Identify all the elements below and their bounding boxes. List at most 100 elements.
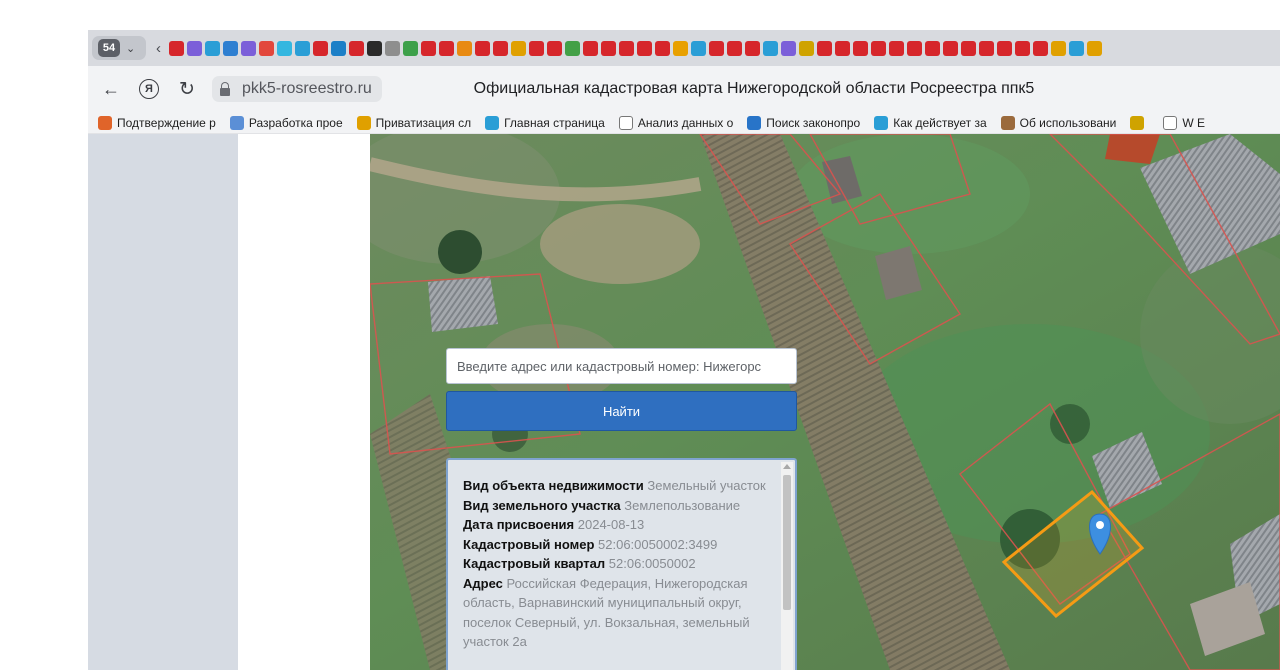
tab-favicon-icon[interactable] xyxy=(709,40,724,56)
info-row-label: Адрес xyxy=(463,575,503,591)
bookmark-item[interactable]: Разработка прое xyxy=(229,115,343,130)
bookmark-label: Как действует за xyxy=(893,115,987,130)
info-row: Адрес Российская Федерация, Нижегородска… xyxy=(463,574,775,652)
tab-favicon-icon[interactable] xyxy=(205,40,220,56)
bookmark-label: Анализ данных о xyxy=(637,115,734,130)
find-button[interactable]: Найти xyxy=(446,391,797,431)
info-scrollbar[interactable] xyxy=(781,462,793,670)
tab-favicon-icon[interactable] xyxy=(385,40,400,56)
tab-favicon-icon[interactable] xyxy=(277,40,292,56)
tab-favicon-icon[interactable] xyxy=(439,40,454,56)
tab-favicon-icon[interactable] xyxy=(511,40,526,56)
tab-favicon-icon[interactable] xyxy=(259,40,274,56)
info-row-label: Кадастровый квартал xyxy=(463,556,606,571)
tab-favicon-icon[interactable] xyxy=(889,40,904,56)
bookmark-favicon-icon xyxy=(618,115,633,130)
tab-favicon-icon[interactable] xyxy=(421,40,436,56)
bookmark-favicon-icon xyxy=(1130,115,1145,130)
tab-favicon-icon[interactable] xyxy=(655,40,670,56)
tab-favicon-icon[interactable] xyxy=(799,40,814,56)
bookmark-favicon-icon xyxy=(98,115,112,130)
tab-favicon-icon[interactable] xyxy=(169,40,184,56)
tab-favicon-icon[interactable] xyxy=(475,40,490,56)
bookmark-label: Главная страница xyxy=(504,115,605,130)
tab-favicon-icon[interactable] xyxy=(583,40,598,56)
bookmark-item[interactable]: Анализ данных о xyxy=(618,115,734,130)
info-panel[interactable]: Вид объекта недвижимости Земельный участ… xyxy=(446,458,797,670)
yandex-home-button[interactable]: Я xyxy=(134,74,164,104)
info-row-value: 2024-08-13 xyxy=(577,517,645,532)
bookmark-label: Об использовани xyxy=(1019,115,1117,130)
chevron-down-icon: ⌄ xyxy=(126,42,136,55)
info-row-label: Кадастровый номер xyxy=(463,536,595,552)
tab-favicon-icon[interactable] xyxy=(601,40,616,56)
tab-favicon-icon[interactable] xyxy=(781,40,796,56)
tab-favicon-icon[interactable] xyxy=(403,40,418,56)
bookmark-item[interactable]: Подтверждение р xyxy=(98,115,216,130)
tab-favicon-icon[interactable] xyxy=(565,40,580,56)
tab-favicon-icon[interactable] xyxy=(961,40,976,56)
info-row: Кадастровый номер 52:06:0050002:3499 xyxy=(463,535,775,555)
tab-favicon-icon[interactable] xyxy=(979,40,994,56)
tab-strip: 54 ⌄ ‹ xyxy=(88,30,1280,66)
bookmark-item[interactable]: Об использовани xyxy=(1000,115,1117,130)
bookmark-favicon-icon xyxy=(356,115,371,130)
url-field[interactable]: pkk5-rosreestro.ru xyxy=(212,76,382,102)
tab-favicon-icon[interactable] xyxy=(367,40,382,56)
bookmark-favicon-icon xyxy=(1163,115,1178,130)
bookmark-item[interactable] xyxy=(1130,115,1149,130)
bookmark-label: Подтверждение р xyxy=(117,115,216,130)
tab-favicon-icon[interactable] xyxy=(943,40,958,56)
tab-count-badge: 54 xyxy=(98,39,120,57)
tab-favicon-icon[interactable] xyxy=(313,40,328,56)
tab-favicon-icon[interactable] xyxy=(619,40,634,56)
tab-favicon-icon[interactable] xyxy=(457,40,472,56)
tab-favicon-icon[interactable] xyxy=(907,40,922,56)
info-row: Вид земельного участка Землепользование xyxy=(463,496,775,516)
tab-favicon-icon[interactable] xyxy=(241,40,256,56)
tab-favicon-icon[interactable] xyxy=(349,40,364,56)
tab-favicon-icon[interactable] xyxy=(187,40,202,56)
tab-favicon-icon[interactable] xyxy=(331,40,346,56)
tab-favicon-icon[interactable] xyxy=(763,40,778,56)
tab-favicon-icon[interactable] xyxy=(871,40,886,56)
bookmark-item[interactable]: W E xyxy=(1163,115,1205,130)
tab-favicon-icon[interactable] xyxy=(1069,40,1084,56)
tab-favicon-icon[interactable] xyxy=(997,40,1012,56)
bookmark-item[interactable]: Приватизация сл xyxy=(356,115,471,130)
info-row-value: Землепользование xyxy=(624,497,741,513)
search-input[interactable] xyxy=(446,348,797,384)
tab-favicon-icon[interactable] xyxy=(925,40,940,56)
tab-favicon-icon[interactable] xyxy=(637,40,652,56)
tab-favicon-icon[interactable] xyxy=(1087,40,1102,56)
tab-favicon-icon[interactable] xyxy=(727,40,742,56)
tab-favicon-icon[interactable] xyxy=(547,40,562,56)
tab-favicon-icon[interactable] xyxy=(673,40,688,56)
bookmark-item[interactable]: Поиск законопро xyxy=(747,115,860,130)
scroll-thumb[interactable] xyxy=(783,475,791,610)
tab-favicon-icon[interactable] xyxy=(1051,40,1066,56)
tab-favicon-icon[interactable] xyxy=(1015,40,1030,56)
bookmark-item[interactable]: Как действует за xyxy=(874,115,987,130)
reload-button[interactable]: ↻ xyxy=(172,74,202,104)
tab-favicon-icon[interactable] xyxy=(529,40,544,56)
bookmark-item[interactable]: Главная страница xyxy=(485,115,605,130)
tab-favicon-icon[interactable] xyxy=(835,40,850,56)
info-row-value: Земельный участок xyxy=(647,478,766,493)
tab-favicon-icon[interactable] xyxy=(745,40,760,56)
tabs-scroll-left-icon[interactable]: ‹ xyxy=(156,40,161,57)
tab-favicon-icon[interactable] xyxy=(1033,40,1048,56)
tab-favicon-icon[interactable] xyxy=(691,40,706,56)
tab-favicon-icon[interactable] xyxy=(853,40,868,56)
back-button[interactable]: ← xyxy=(96,74,126,104)
info-row: Вид объекта недвижимости Земельный участ… xyxy=(463,476,775,496)
scroll-up-arrow-icon[interactable] xyxy=(783,464,791,469)
yandex-logo-icon: Я xyxy=(139,79,159,99)
tab-favicon-icon[interactable] xyxy=(817,40,832,56)
tab-count-button[interactable]: 54 ⌄ xyxy=(92,36,146,60)
tab-favicon-icon[interactable] xyxy=(223,40,238,56)
tab-favicon-icon[interactable] xyxy=(493,40,508,56)
tab-favicon-icon[interactable] xyxy=(295,40,310,56)
info-row: Дата присвоения 2024-08-13 xyxy=(463,515,775,535)
info-row-value: 52:06:0050002:3499 xyxy=(598,536,718,552)
